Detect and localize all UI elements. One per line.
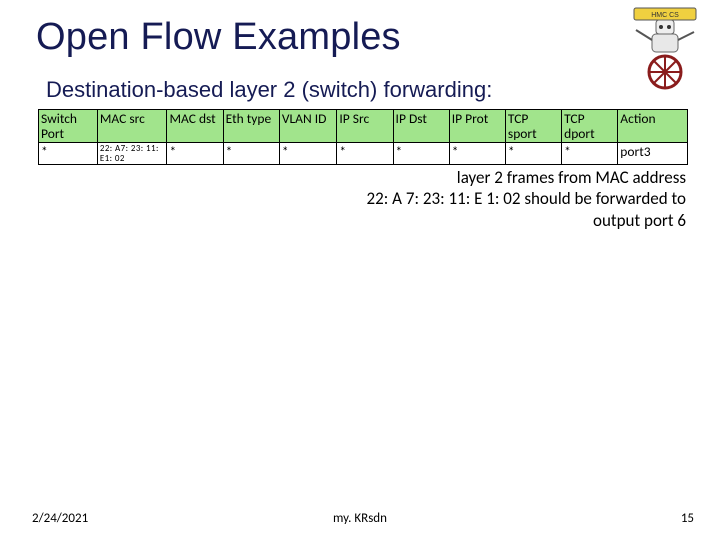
cell-switch-port: *	[39, 143, 98, 165]
col-tcp-dport: TCP dport	[562, 110, 618, 143]
flow-table-header-row: Switch Port MAC src MAC dst Eth type VLA…	[39, 110, 688, 143]
flow-table-data-row: * 22: A7: 23: 11: E1: 02 * * * * * * * *…	[39, 143, 688, 165]
caption-line-1: layer 2 frames from MAC address	[457, 167, 686, 188]
cell-ip-prot: *	[449, 143, 505, 165]
cell-eth-type: *	[223, 143, 279, 165]
subtitle: Destination-based layer 2 (switch) forwa…	[46, 77, 692, 103]
cell-ip-src: *	[337, 143, 393, 165]
cell-mac-dst: *	[167, 143, 223, 165]
col-action: Action	[618, 110, 688, 143]
footer-page-number: 15	[681, 511, 694, 526]
robot-label-text: HMC CS	[651, 12, 679, 19]
col-ip-dst: IP Dst	[393, 110, 449, 143]
col-ip-prot: IP Prot	[449, 110, 505, 143]
cell-vlan-id: *	[279, 143, 337, 165]
slide: HMC CS Open Flow Examples Destination-ba…	[0, 0, 720, 540]
col-ip-src: IP Src	[337, 110, 393, 143]
cell-tcp-dport: *	[562, 143, 618, 165]
cell-mac-src: 22: A7: 23: 11: E1: 02	[97, 143, 167, 165]
robot-figure: HMC CS	[628, 6, 702, 92]
cell-tcp-sport: *	[505, 143, 561, 165]
caption-line-2: 22: A 7: 23: 11: E 1: 02 should be forwa…	[367, 188, 686, 209]
col-mac-src: MAC src	[97, 110, 167, 143]
page-title: Open Flow Examples	[36, 16, 692, 59]
caption-line-3: output port 6	[593, 210, 686, 231]
col-tcp-sport: TCP sport	[505, 110, 561, 143]
cell-action: port3	[618, 143, 688, 165]
robot-icon: HMC CS	[628, 6, 702, 92]
col-eth-type: Eth type	[223, 110, 279, 143]
cell-ip-dst: *	[393, 143, 449, 165]
caption: layer 2 frames from MAC address 22: A 7:…	[36, 167, 692, 231]
col-mac-dst: MAC dst	[167, 110, 223, 143]
col-vlan-id: VLAN ID	[279, 110, 337, 143]
col-switch-port: Switch Port	[39, 110, 98, 143]
footer-center: my. KRsdn	[0, 511, 720, 526]
flow-table: Switch Port MAC src MAC dst Eth type VLA…	[38, 109, 688, 165]
